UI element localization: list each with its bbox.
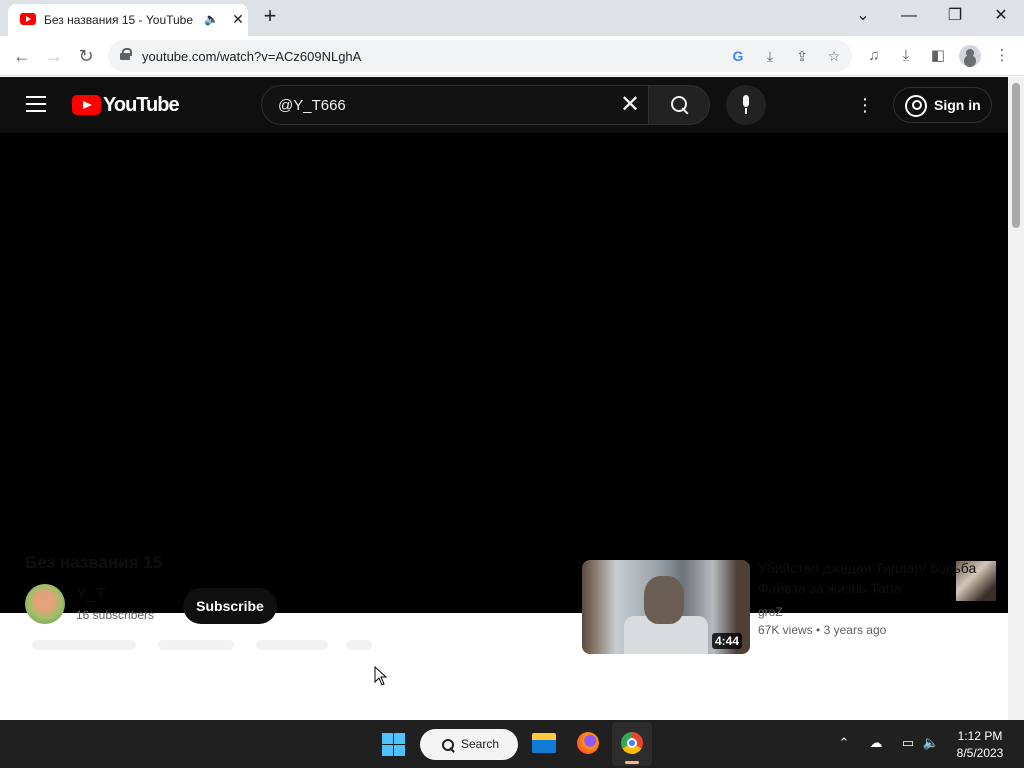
video-title: Без названия 15 [25,553,163,572]
page-scrollbar[interactable] [1008,77,1024,720]
search-button[interactable] [648,85,710,125]
new-tab-button[interactable]: + [259,5,281,27]
onedrive-offline-icon[interactable]: ☁ [867,734,885,752]
reload-icon[interactable]: ↻ [74,44,98,68]
youtube-logo[interactable]: YouTube [72,94,180,116]
meta-separator: • [816,623,824,637]
settings-more-icon[interactable]: ⋮ [855,93,875,117]
browser-tab[interactable]: Без названия 15 - YouTube 🔈 ✕ [8,4,248,36]
clear-search-icon[interactable]: ✕ [618,93,642,118]
youtube-header: YouTube @Y_T666 ✕ ⋮ Sign in [0,77,1008,133]
active-app-indicator [625,761,639,764]
volume-icon[interactable]: 🔈 [922,734,940,752]
search-icon [442,739,454,751]
youtube-logo-text: YouTube [103,94,180,116]
lock-icon[interactable] [120,48,132,60]
windows-taskbar: Search ⌃ ☁ ▭ 🔈 1:12 PM 8/5/2023 [0,720,1024,768]
google-lens-icon[interactable]: G [728,46,748,66]
taskbar-search-label: Search [461,737,500,751]
scrollbar-thumb[interactable] [1012,83,1020,228]
minimize-button[interactable]: — [886,2,932,30]
back-arrow-icon[interactable]: ← [10,44,34,68]
profile-avatar-icon[interactable] [959,45,981,67]
account-circle-icon [905,95,927,117]
browser-toolbar: ← → ↻ youtube.com/watch?v=ACz609NLghA G … [0,36,1024,76]
youtube-favicon-icon [20,13,36,25]
address-bar[interactable]: youtube.com/watch?v=ACz609NLghA G ⤓ ⇪ ☆ [108,40,852,72]
microphone-icon [741,95,751,115]
file-explorer-icon[interactable] [532,733,556,753]
side-panel-icon[interactable]: ◧ [928,46,948,66]
subscribe-button[interactable]: Subscribe [183,588,277,624]
windows-start-icon[interactable] [382,733,405,756]
channel-avatar[interactable] [25,584,65,624]
video-player[interactable] [0,133,1008,613]
voice-search-button[interactable] [726,85,766,125]
search-input[interactable]: @Y_T666 ✕ [261,85,649,125]
action-chip[interactable] [256,640,328,650]
install-app-icon[interactable]: ⤓ [760,46,780,66]
recommended-video-title[interactable]: Убийство джедая Типлар/ борьба Файвза за… [758,558,978,598]
speaker-icon[interactable]: 🔈 [204,12,219,26]
recommended-video-views: 67K views [758,623,813,637]
tab-title: Без названия 15 - YouTube [44,13,194,27]
share-icon[interactable]: ⇪ [792,46,812,66]
taskbar-search-button[interactable]: Search [420,729,518,760]
window-close-button[interactable]: ✕ [978,2,1024,30]
video-duration-badge: 4:44 [712,633,743,649]
browser-menu-icon[interactable]: ⋮ [992,46,1012,66]
downloads-icon[interactable]: ⤓ [896,46,916,66]
media-control-icon[interactable]: ♫ [864,46,884,66]
bookmark-star-icon[interactable]: ☆ [824,46,844,66]
firefox-icon[interactable] [577,732,599,754]
tray-overflow-chevron-icon[interactable]: ⌃ [835,734,853,752]
recommended-video-thumbnail[interactable]: 4:44 [582,560,750,654]
network-icon[interactable]: ▭ [899,734,917,752]
clock-date[interactable]: 8/5/2023 [950,746,1010,760]
search-query[interactable]: @Y_T666 [278,97,346,114]
youtube-play-logo-icon [72,95,101,115]
browser-tab-strip: Без названия 15 - YouTube 🔈 ✕ + ⌄ — ❐ ✕ [0,0,1024,36]
clock-time[interactable]: 1:12 PM [950,729,1010,743]
sign-in-button[interactable]: Sign in [893,87,992,123]
restore-button[interactable]: ❐ [932,2,978,30]
subscriber-count: 16 subscribers [76,608,155,622]
recommended-video-age: 3 years ago [823,623,887,637]
url-text[interactable]: youtube.com/watch?v=ACz609NLghA [142,49,361,64]
recommended-video-channel[interactable]: groZ [758,605,783,619]
thumbnail-figure-face [644,576,684,624]
tab-close-icon[interactable]: ✕ [230,11,246,27]
chrome-icon[interactable] [621,732,643,754]
sign-in-label: Sign in [934,97,981,113]
channel-name[interactable]: Y_T [76,586,105,604]
recommended-video-meta: 67K views • 3 years ago [758,623,886,637]
hamburger-menu-icon[interactable] [26,96,46,112]
search-icon [671,96,689,114]
action-chip[interactable] [346,640,372,650]
forward-arrow-icon[interactable]: → [42,44,66,68]
action-chip[interactable] [158,640,234,650]
action-chip[interactable] [32,640,136,650]
tab-search-chevron-icon[interactable]: ⌄ [840,2,886,30]
